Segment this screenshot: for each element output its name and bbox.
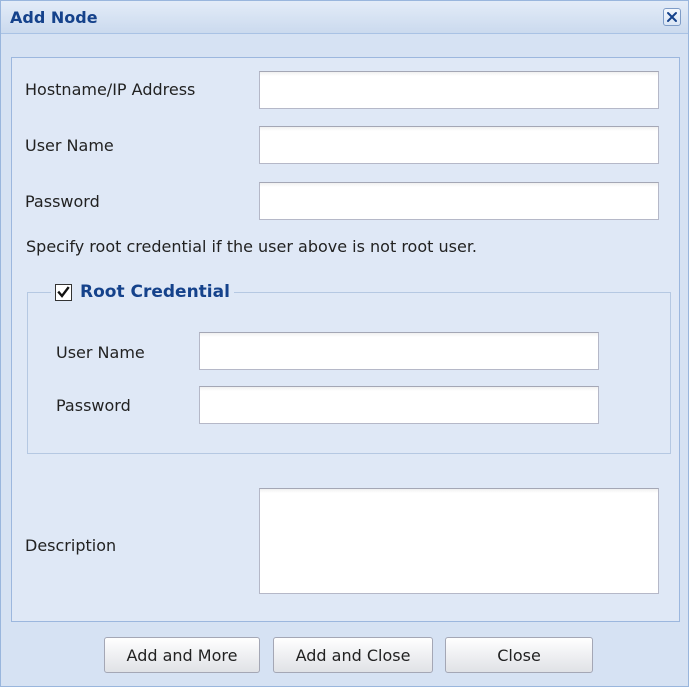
description-label: Description — [25, 536, 117, 555]
root-username-label: User Name — [56, 343, 145, 362]
add-and-more-button[interactable]: Add and More — [104, 637, 260, 673]
root-username-input[interactable] — [199, 332, 599, 370]
root-credential-checkbox[interactable] — [55, 283, 72, 301]
username-input[interactable] — [259, 126, 659, 164]
root-password-label: Password — [56, 396, 131, 415]
description-textarea[interactable] — [259, 488, 659, 594]
root-credential-title: Root Credential — [80, 282, 230, 302]
hostname-label: Hostname/IP Address — [25, 80, 196, 99]
root-credential-legend: Root Credential — [51, 280, 234, 304]
password-input[interactable] — [259, 182, 659, 220]
dialog-titlebar[interactable]: Add Node — [1, 1, 688, 34]
add-node-dialog: Add Node Hostname/IP Address User Name P… — [0, 0, 689, 687]
hostname-input[interactable] — [259, 71, 659, 109]
root-password-input[interactable] — [199, 386, 599, 424]
add-and-close-button[interactable]: Add and Close — [273, 637, 433, 673]
dialog-title: Add Node — [10, 8, 98, 27]
close-icon[interactable] — [663, 8, 681, 26]
username-label: User Name — [25, 136, 114, 155]
password-label: Password — [25, 192, 100, 211]
checkmark-icon — [57, 285, 70, 298]
root-credential-fieldset — [27, 292, 671, 454]
close-button[interactable]: Close — [445, 637, 593, 673]
root-credential-note: Specify root credential if the user abov… — [26, 237, 478, 256]
